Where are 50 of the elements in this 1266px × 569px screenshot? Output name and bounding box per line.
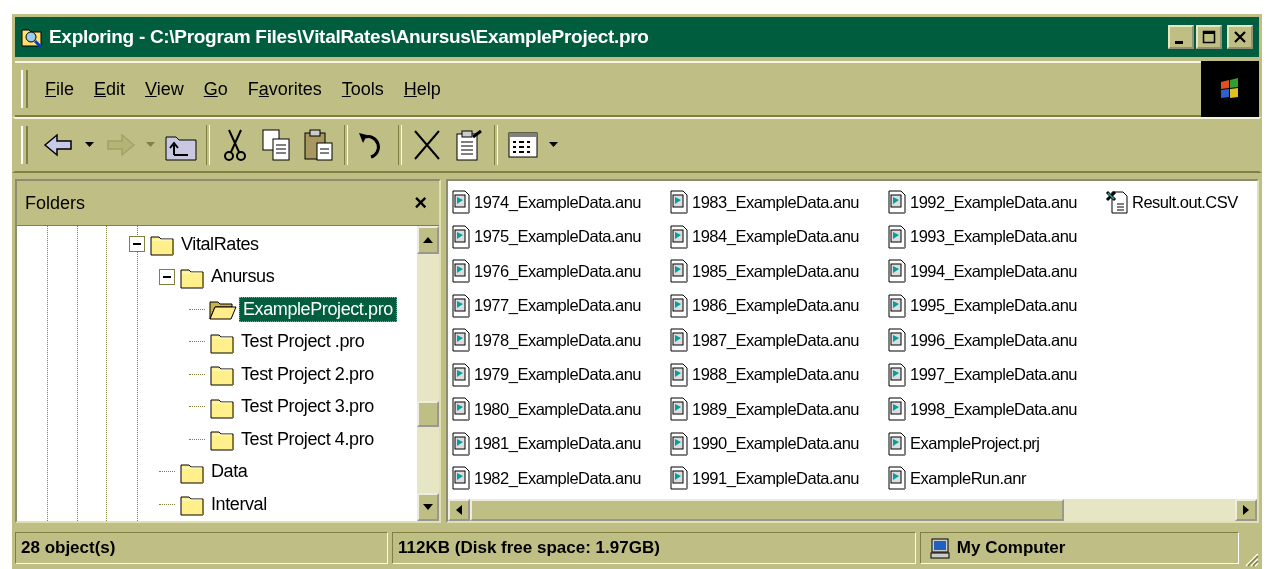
folder-item[interactable]: Anursus [207,264,279,290]
status-disk-space: 112KB (Disk free space: 1.97GB) [392,532,916,564]
status-zone: My Computer [956,538,1066,558]
document-entry[interactable]: 1982_ExampleData.anu [451,461,669,496]
window-title: Exploring - C:\Program Files\VitalRates\Anursus\ExampleProject.pro [49,26,649,48]
folder-item[interactable]: Test Project .pro [237,329,369,355]
document-entry[interactable]: 1984_ExampleData.anu [669,219,887,254]
document-entry[interactable]: 1979_ExampleData.anu [451,357,669,392]
document-entry[interactable]: Result.out.CSV [1105,185,1257,220]
menu-item[interactable]: View [138,74,191,104]
status-object-count: 28 object(s) [15,532,389,564]
document-entry[interactable]: 1991_ExampleData.anu [669,461,887,496]
document-entry[interactable]: 1994_ExampleData.anu [887,254,1105,289]
document-entry[interactable]: 1988_ExampleData.anu [669,357,887,392]
pane-title: Folders [25,192,86,214]
folder-item[interactable]: Test Project 3.pro [237,394,378,420]
document-entry[interactable]: 1998_ExampleData.anu [887,392,1105,427]
folder-item[interactable]: Test Project 4.pro [237,426,378,452]
document-entry[interactable]: 1995_ExampleData.anu [887,288,1105,323]
menu-item[interactable]: Help [396,74,448,104]
folder-item[interactable]: VitalRates [177,231,263,257]
document-entry[interactable]: ExampleProject.prj [887,426,1105,461]
folder-item[interactable]: Test Project 2.pro [237,361,378,387]
document-entry[interactable]: 1978_ExampleData.anu [451,323,669,358]
document-entry[interactable]: 1983_ExampleData.anu [669,185,887,220]
document-entry[interactable]: 1977_ExampleData.anu [451,288,669,323]
document-entry[interactable]: 1989_ExampleData.anu [669,392,887,427]
document-entry[interactable]: 1975_ExampleData.anu [451,219,669,254]
document-entry[interactable]: 1976_ExampleData.anu [451,254,669,289]
menu-item[interactable]: File [38,74,81,104]
document-entry[interactable]: 1993_ExampleData.anu [887,219,1105,254]
folder-item[interactable]: Interval [207,491,271,517]
menu-item[interactable]: Favorites [240,74,329,104]
document-entry[interactable]: 1990_ExampleData.anu [669,426,887,461]
folder-item[interactable]: Data [207,459,252,485]
document-entry[interactable]: 1980_ExampleData.anu [451,392,669,427]
document-entry[interactable]: 1996_ExampleData.anu [887,323,1105,358]
menu-item[interactable]: Tools [334,74,391,104]
document-entry[interactable]: 1992_ExampleData.anu [887,185,1105,220]
document-entry[interactable]: 1987_ExampleData.anu [669,323,887,358]
document-entry[interactable]: 1981_ExampleData.anu [451,426,669,461]
document-entry[interactable]: 1997_ExampleData.anu [887,357,1105,392]
menu-item[interactable]: Go [196,74,235,104]
menu-item[interactable]: Edit [87,74,133,104]
close-pane-button[interactable]: × [410,190,431,216]
document-entry[interactable]: 1985_ExampleData.anu [669,254,887,289]
document-entry[interactable]: ExampleRun.anr [887,461,1105,496]
folder-item[interactable]: ExampleProject.pro [239,296,397,322]
document-entry[interactable]: 1986_ExampleData.anu [669,288,887,323]
document-entry[interactable]: 1974_ExampleData.anu [451,185,669,220]
